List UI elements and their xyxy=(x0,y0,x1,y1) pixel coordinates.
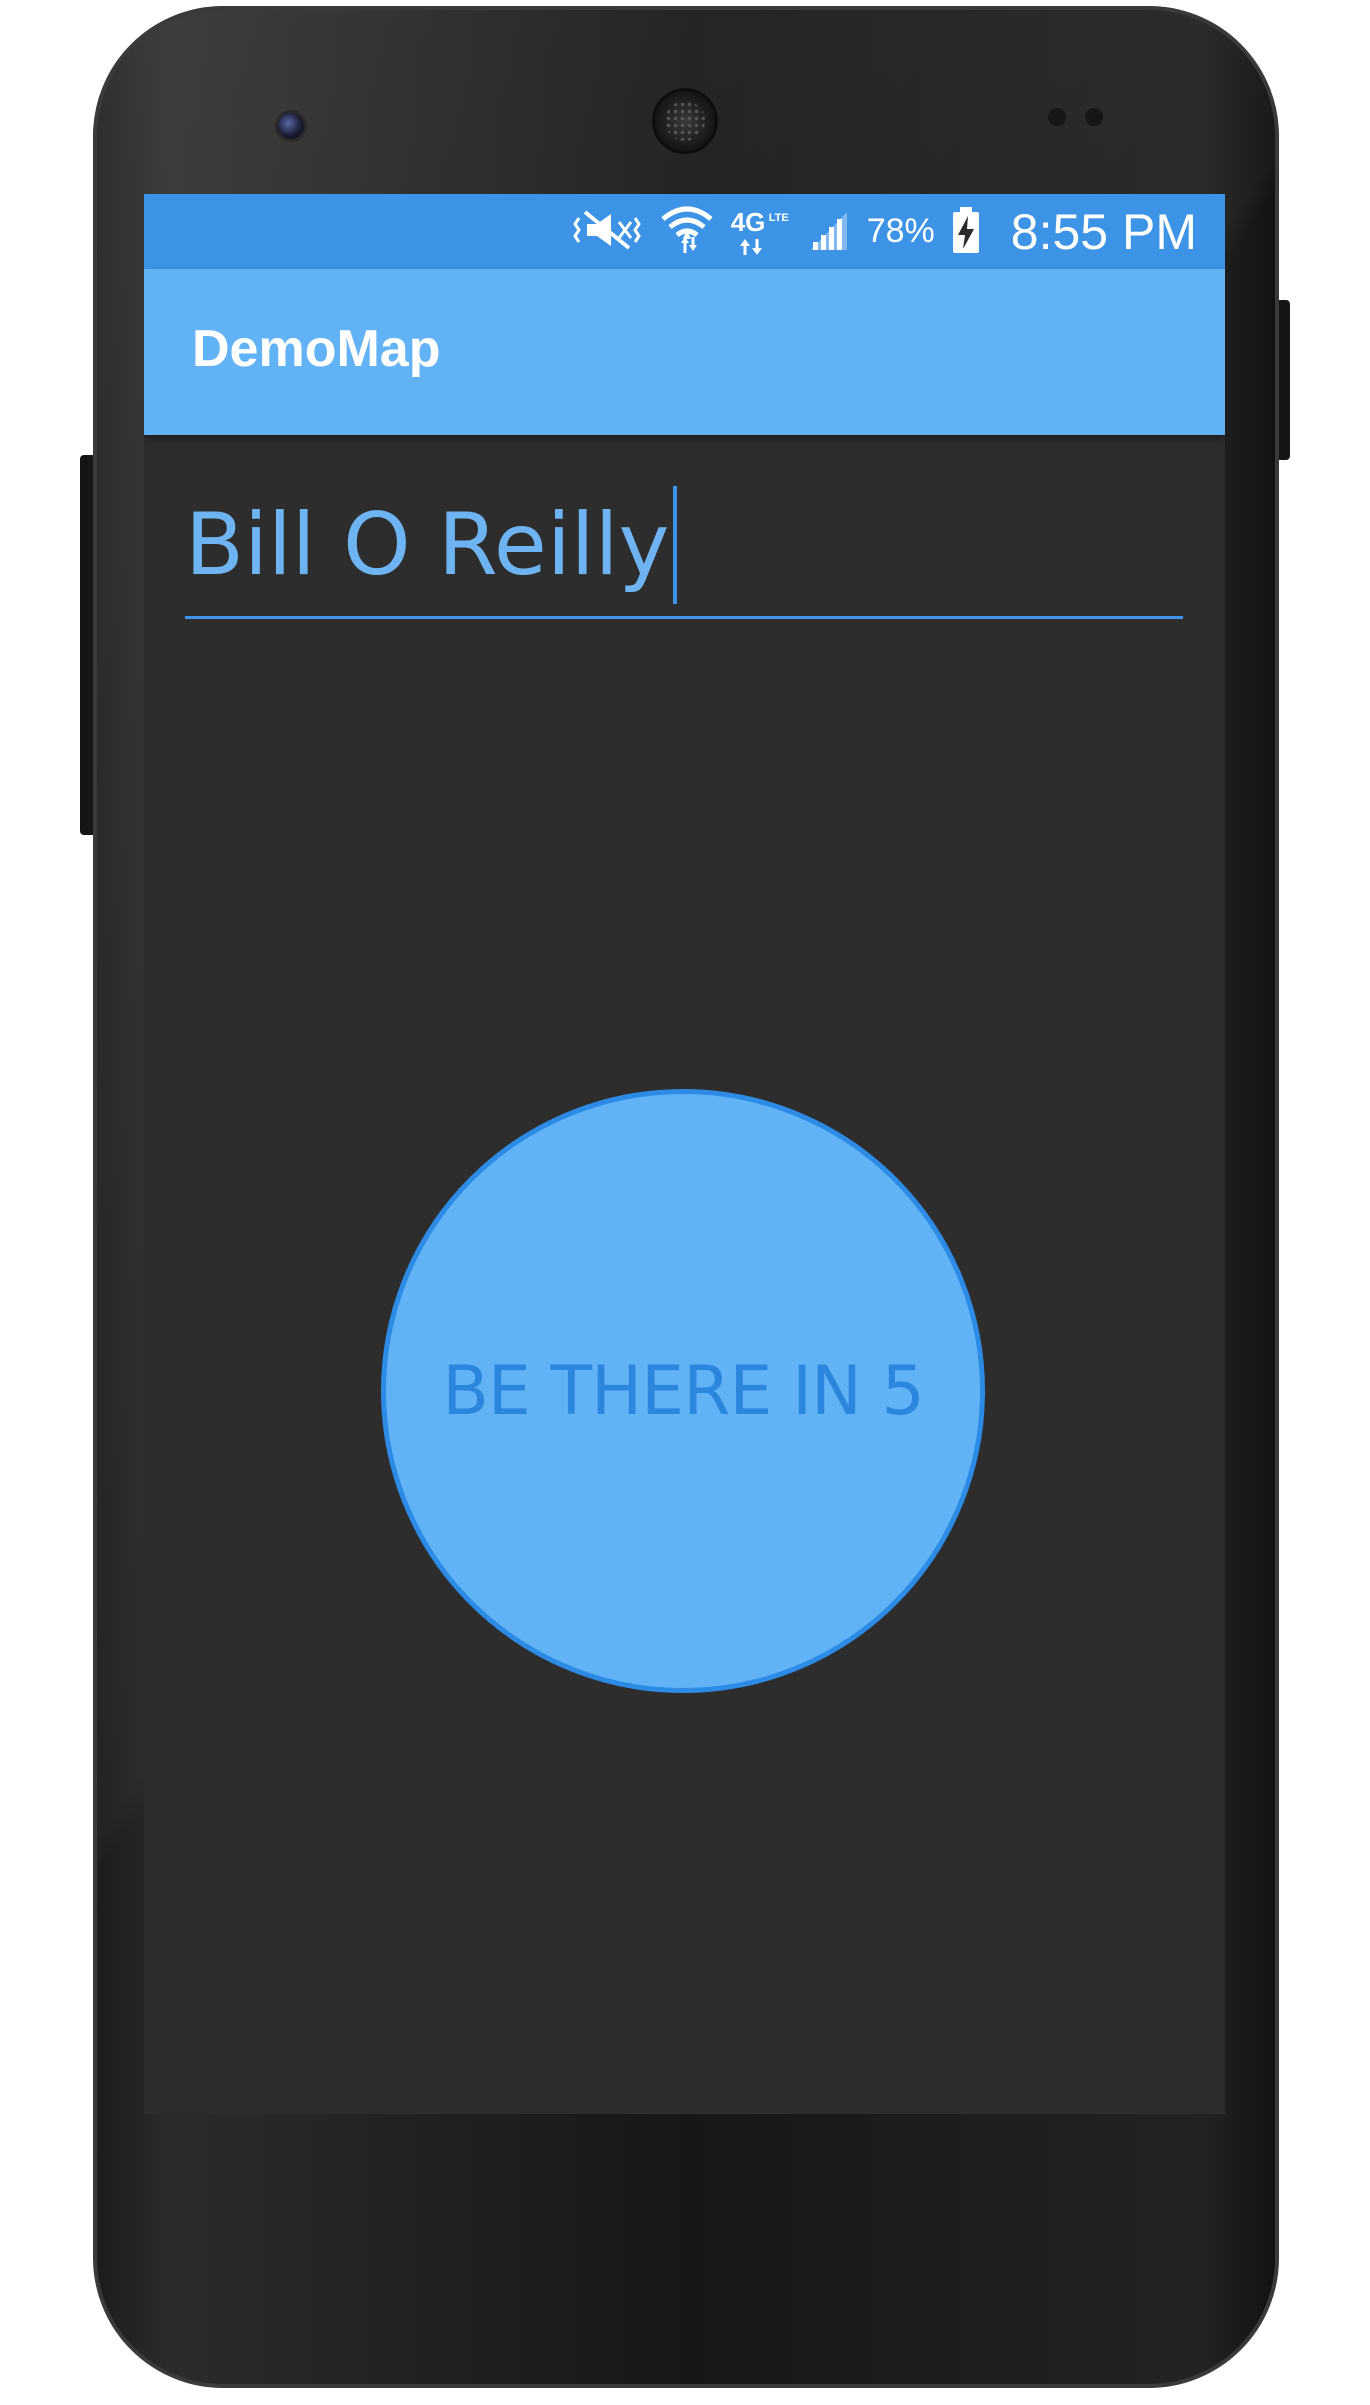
name-input[interactable]: Bill O Reilly xyxy=(185,476,1183,604)
proximity-sensor-icon xyxy=(1048,108,1066,126)
earpiece-speaker-icon xyxy=(652,88,718,154)
be-there-button[interactable]: BE THERE IN 5 xyxy=(381,1089,985,1693)
be-there-button-label: BE THERE IN 5 xyxy=(442,1351,924,1431)
battery-percent: 78% xyxy=(866,212,935,250)
status-icons: 4G LTE 78% 8:55 PM xyxy=(571,203,1197,260)
battery-charging-icon xyxy=(951,205,981,259)
name-input-value-wrap: Bill O Reilly xyxy=(185,486,678,604)
mute-vibrate-icon xyxy=(571,208,643,256)
name-input-underline xyxy=(185,616,1183,619)
cell-signal-icon xyxy=(807,208,851,256)
wifi-icon xyxy=(659,205,715,259)
device-frame-stage: 4G LTE 78% 8:55 PM DemoMap Bill O Reilly… xyxy=(0,0,1370,2405)
4g-lte-icon: 4G LTE xyxy=(731,207,791,257)
light-sensor-icon xyxy=(1085,108,1103,126)
network-subtype-label: LTE xyxy=(768,211,789,224)
status-bar: 4G LTE 78% 8:55 PM xyxy=(144,194,1225,269)
app-screen: 4G LTE 78% 8:55 PM DemoMap Bill O Reilly… xyxy=(144,194,1225,2114)
status-clock: 8:55 PM xyxy=(1010,203,1197,260)
text-cursor xyxy=(673,486,678,604)
app-title: DemoMap xyxy=(192,320,441,378)
app-toolbar: DemoMap xyxy=(144,269,1225,435)
name-input-value: Bill O Reilly xyxy=(185,495,670,595)
front-camera-icon xyxy=(275,110,307,142)
network-type-label: 4G xyxy=(730,206,766,237)
